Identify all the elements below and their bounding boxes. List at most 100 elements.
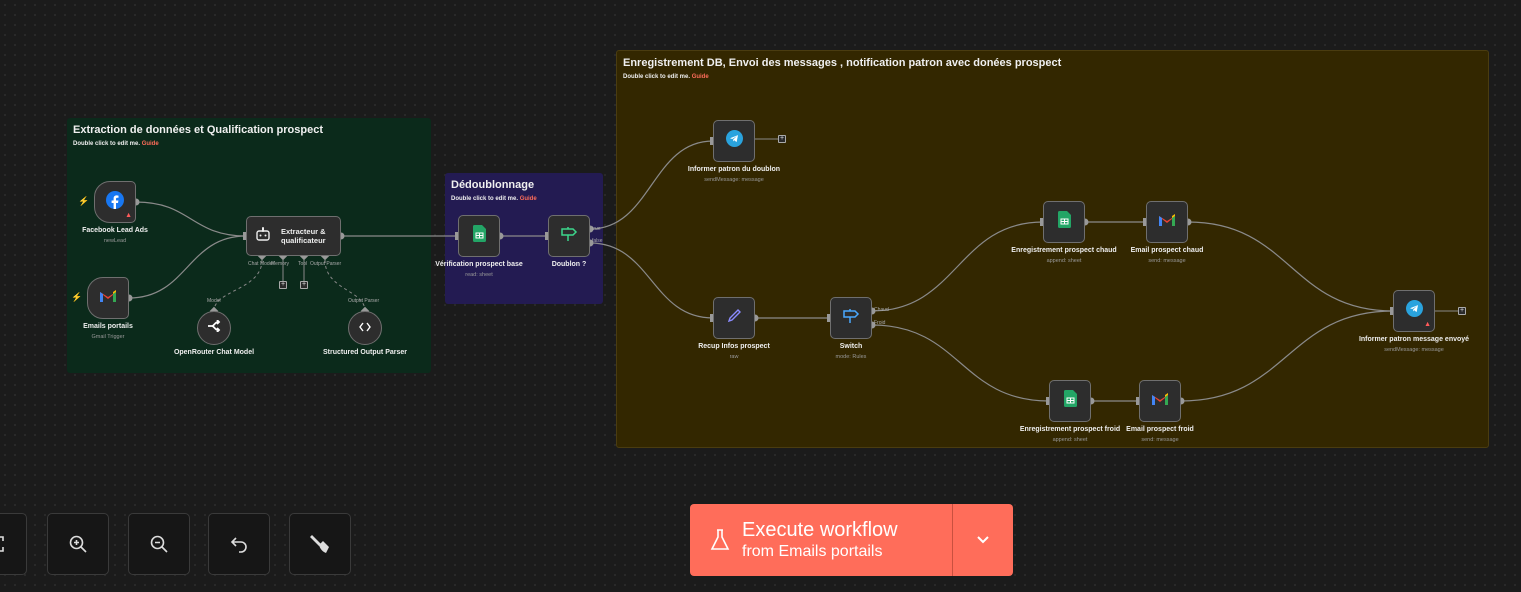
node-ec[interactable] [1043, 201, 1085, 243]
execute-subtitle: from Emails portails [742, 543, 883, 560]
node-title: Facebook Lead Ads [82, 227, 148, 234]
flask-icon [710, 529, 730, 550]
node-title: Informer patron du doublon [687, 166, 781, 173]
add-node-button[interactable]: + [300, 281, 308, 289]
node-gmt[interactable] [87, 277, 129, 319]
openrouter-icon [207, 319, 221, 337]
node-title: Doublon ? [551, 261, 587, 268]
undo-button[interactable] [208, 513, 270, 575]
node-ver[interactable] [458, 215, 500, 257]
node-title: Enregistrement prospect chaud [1011, 247, 1117, 254]
node-label: Structured Output Parser [305, 349, 425, 359]
node-title: Emails portails [83, 323, 133, 330]
zoom-in-icon [69, 535, 87, 553]
node-title: Switch [839, 343, 863, 350]
node-title: Structured Output Parser [322, 349, 407, 356]
connection[interactable] [1180, 310, 1394, 402]
port-label-false: false [592, 238, 603, 244]
execute-options-dropdown[interactable] [952, 504, 1013, 576]
node-label: Informer patron message envoyé sendMessag… [1354, 336, 1474, 354]
node-or[interactable] [197, 311, 231, 345]
facebook-icon [106, 190, 124, 214]
node-title: Email prospect chaud [1130, 247, 1204, 254]
node-mf[interactable] [1139, 380, 1181, 422]
fit-view-button[interactable] [0, 513, 27, 575]
node-title: Email prospect froid [1126, 426, 1194, 433]
node-label: Emails portails Gmail Trigger [48, 323, 168, 341]
zoom-out-button[interactable] [128, 513, 190, 575]
port-label-tool: Tool [298, 261, 308, 267]
connection[interactable] [589, 242, 714, 319]
node-mc[interactable] [1146, 201, 1188, 243]
node-sw[interactable] [830, 297, 872, 339]
node-ef[interactable] [1049, 380, 1091, 422]
gmail-icon [1158, 213, 1176, 232]
node-label: Doublon ? [509, 261, 629, 271]
execute-workflow-button[interactable]: Execute workflow from Emails portails [690, 504, 1013, 576]
node-fb[interactable]: ▲ [94, 181, 136, 223]
chevron-down-icon [977, 536, 989, 544]
port-label-output_parser: Output Parser [310, 261, 342, 267]
undo-icon [230, 537, 247, 553]
google-sheets-icon [1063, 390, 1077, 412]
node-label: Switch mode: Rules [791, 343, 911, 361]
signpost-icon [560, 226, 578, 247]
telegram-icon [1405, 300, 1423, 322]
node-label: Informer patron du doublon sendMessage: m… [674, 166, 794, 184]
node-subtitle: sendMessage: message [704, 176, 764, 183]
node-subtitle: newLead [103, 237, 127, 244]
warning-icon: ▲ [1424, 321, 1431, 328]
connection[interactable] [1187, 221, 1394, 312]
broom-icon [310, 535, 329, 553]
port-label-output_parser_in: Output Parser [348, 298, 380, 304]
node-agent[interactable]: Extracteur & qualificateur [246, 216, 341, 256]
connection[interactable] [589, 140, 714, 230]
node-subtitle: mode: Rules [835, 353, 867, 360]
port-label-memory: Memory [271, 261, 290, 267]
trigger-bolt-icon: ⚡ [71, 292, 83, 302]
code-brackets-icon [359, 319, 371, 337]
node-subtitle: read: sheet [465, 271, 493, 278]
node-subtitle: send: message [1141, 436, 1179, 443]
end-line [754, 138, 1458, 312]
connection[interactable] [128, 235, 247, 299]
port-label-chaud: Chaud [874, 307, 889, 313]
node-subtitle: sendMessage: message [1384, 346, 1444, 353]
port-label-true: true [592, 226, 601, 232]
node-rec[interactable] [713, 297, 755, 339]
port-label-model: Model [207, 298, 221, 304]
pencil-icon [726, 308, 742, 329]
node-label: Facebook Lead Ads newLead [55, 227, 175, 245]
node-tg2[interactable]: ▲ [1393, 290, 1435, 332]
node-subtitle: append: sheet [1046, 257, 1082, 264]
execute-workflow-main[interactable]: Execute workflow from Emails portails [690, 504, 952, 576]
node-title: OpenRouter Chat Model [173, 349, 255, 356]
signpost-icon [842, 308, 860, 329]
execute-title: Execute workflow [742, 519, 898, 541]
node-sop[interactable] [348, 311, 382, 345]
node-subtitle: raw [729, 353, 739, 360]
gmail-icon [1151, 392, 1169, 411]
telegram-icon [725, 130, 743, 152]
connection[interactable] [871, 221, 1044, 312]
add-node-button[interactable]: + [778, 135, 786, 143]
google-sheets-icon [1057, 211, 1071, 233]
node-title: Informer patron message envoyé [1358, 336, 1470, 343]
add-node-button[interactable]: + [279, 281, 287, 289]
node-label: Enregistrement prospect chaud append: she… [1004, 247, 1124, 265]
zoom-in-button[interactable] [47, 513, 109, 575]
node-label: Email prospect froid send: message [1100, 426, 1220, 444]
add-node-button[interactable]: + [1458, 307, 1466, 315]
zoom-out-icon [150, 535, 168, 553]
gmail-icon [99, 289, 117, 308]
node-label: Extracteur & qualificateur [281, 227, 326, 245]
google-sheets-icon [472, 225, 486, 247]
node-label: Recup Infos prospect raw [674, 343, 794, 361]
connection[interactable] [871, 324, 1050, 402]
node-tg1[interactable] [713, 120, 755, 162]
warning-icon: ▲ [125, 212, 132, 219]
node-dbl[interactable] [548, 215, 590, 257]
port-label-froid: Froid [874, 320, 886, 326]
node-label: OpenRouter Chat Model [154, 349, 274, 359]
tidy-up-button[interactable] [289, 513, 351, 575]
